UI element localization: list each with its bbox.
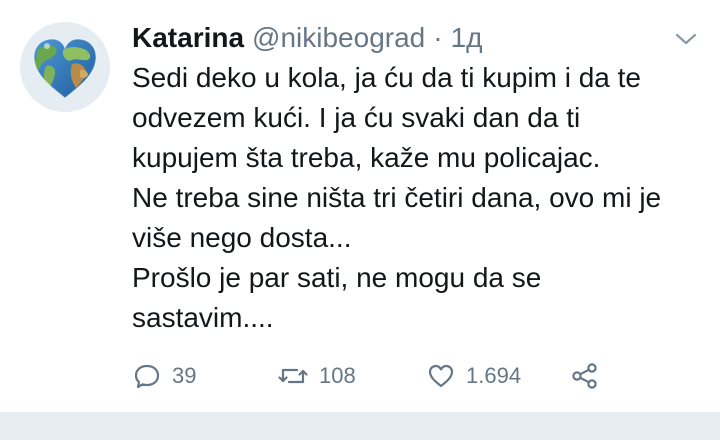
tweet-text: Sedi deko u kola, ja ću da ti kupim i da… <box>132 58 692 338</box>
globe-heart-icon <box>20 22 110 112</box>
retweet-button[interactable]: 108 <box>277 360 356 392</box>
retweet-icon <box>278 368 308 384</box>
tweet-menu-button[interactable] <box>674 30 698 48</box>
like-button[interactable]: 1.694 <box>426 360 521 392</box>
reply-icon <box>134 364 160 389</box>
retweet-count: 108 <box>319 363 356 388</box>
tweet-timestamp[interactable]: 1д <box>451 18 483 58</box>
tweet-text-line: Prošlo je par sati, ne mogu da se <box>132 262 542 293</box>
like-count: 1.694 <box>466 363 522 388</box>
chevron-down-icon <box>675 33 697 45</box>
author-display-name[interactable]: Katarina <box>132 18 244 58</box>
heart-icon <box>428 364 454 388</box>
tweet-actions: 39 108 1.694 <box>132 360 632 392</box>
header-separator: · <box>433 22 443 53</box>
share-icon <box>572 363 597 389</box>
author-handle[interactable]: @nikibeograd <box>252 18 425 58</box>
next-tweet-area <box>0 413 720 440</box>
tweet-text-line: odvezem kući. I ja ću svaki dan da ti <box>132 102 581 133</box>
avatar[interactable] <box>20 22 110 112</box>
tweet-text-line: sastavim.... <box>132 302 274 333</box>
tweet-header: Katarina @nikibeograd · 1д <box>132 18 483 58</box>
tweet-card[interactable]: Katarina @nikibeograd · 1д Sedi deko u k… <box>0 0 720 412</box>
reply-count: 39 <box>172 363 197 388</box>
reply-button[interactable]: 39 <box>132 360 196 392</box>
share-button[interactable] <box>570 360 600 392</box>
tweet-text-line: Ne treba sine ništa tri četiri dana, ovo… <box>132 182 662 213</box>
tweet-text-line: kupujem šta treba, kaže mu policajac. <box>132 142 601 173</box>
tweet-text-line: Sedi deko u kola, ja ću da ti kupim i da… <box>132 62 641 93</box>
tweet-text-line: više nego dosta... <box>132 222 352 253</box>
